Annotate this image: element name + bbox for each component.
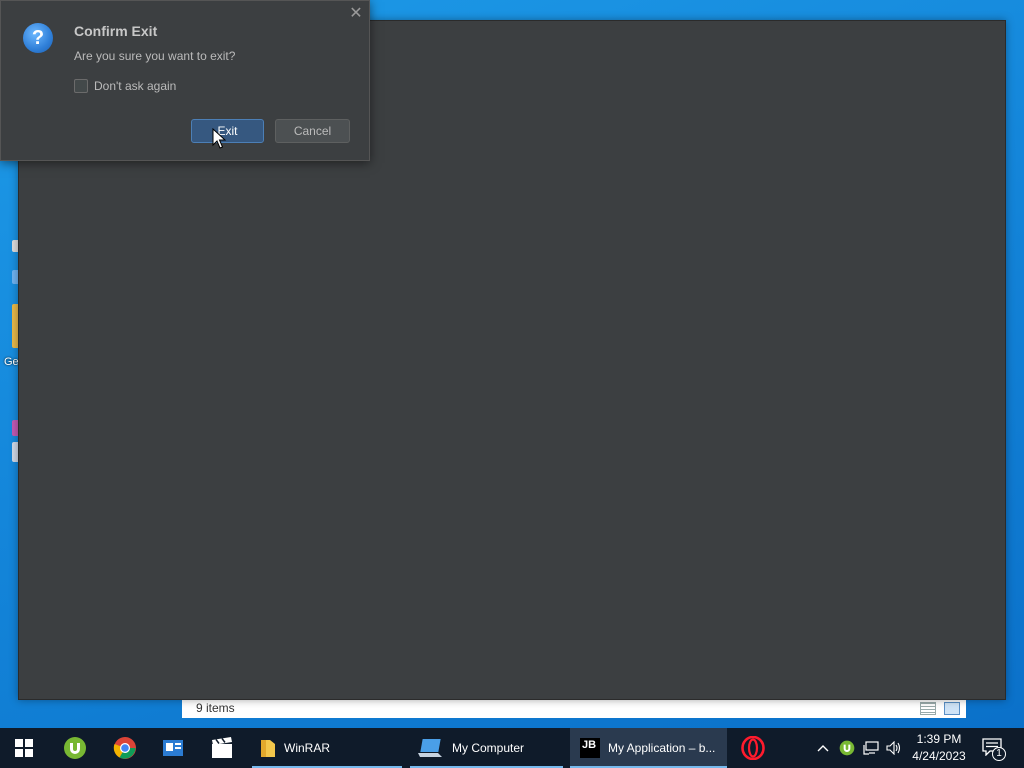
my-application-taskbar-button[interactable]: JB My Application – b... (570, 728, 727, 768)
dont-ask-again-option[interactable]: Don't ask again (74, 79, 176, 93)
news-app-icon (163, 740, 183, 756)
opera-taskbar-button[interactable] (740, 728, 766, 768)
confirm-exit-dialog: ✕ ? Confirm Exit Are you sure you want t… (0, 0, 370, 161)
jetbrains-icon: JB (580, 738, 600, 758)
show-hidden-icons-icon[interactable] (814, 739, 832, 757)
windows-logo-icon (15, 739, 33, 757)
exit-button[interactable]: Exit (191, 119, 264, 143)
tray-clock[interactable]: 1:39 PM 4/24/2023 (908, 731, 970, 765)
dialog-message: Are you sure you want to exit? (74, 49, 236, 63)
opera-icon (741, 736, 765, 760)
news-app-taskbar-button[interactable] (160, 728, 186, 768)
large-icons-view-icon[interactable] (944, 702, 960, 715)
winrar-taskbar-button[interactable]: WinRAR (252, 728, 402, 768)
cancel-button[interactable]: Cancel (275, 119, 350, 143)
chrome-taskbar-button[interactable] (110, 728, 140, 768)
network-icon[interactable] (862, 739, 880, 757)
volume-icon[interactable] (885, 739, 903, 757)
tray-time: 1:39 PM (916, 732, 962, 746)
computer-icon (418, 739, 442, 757)
my-computer-taskbar-button[interactable]: My Computer (410, 728, 563, 768)
explorer-status-bar: 9 items (182, 698, 966, 718)
tray-date: 4/24/2023 (912, 749, 966, 763)
item-count: 9 items (196, 701, 235, 715)
dont-ask-again-label[interactable]: Don't ask again (94, 79, 176, 93)
details-view-icon[interactable] (920, 702, 936, 715)
utorrent-tray-icon[interactable] (838, 739, 856, 757)
close-icon[interactable]: ✕ (348, 6, 364, 22)
my-application-label: My Application – b... (608, 741, 716, 755)
video-editor-icon (212, 737, 232, 758)
desktop-icons-edge: Ge (0, 230, 20, 490)
action-center-button[interactable]: 1 (982, 738, 1006, 761)
utorrent-taskbar-button[interactable] (60, 728, 90, 768)
chrome-icon (113, 737, 136, 759)
start-button[interactable] (0, 728, 48, 768)
notification-count-badge: 1 (992, 747, 1006, 761)
taskbar: WinRAR My Computer JB My Application – b… (0, 728, 1024, 768)
dialog-title: Confirm Exit (74, 23, 158, 39)
winrar-label: WinRAR (284, 741, 331, 755)
question-icon: ? (23, 23, 53, 53)
dont-ask-again-checkbox[interactable] (74, 79, 88, 93)
utorrent-icon (64, 737, 86, 759)
folder-icon (261, 740, 275, 757)
my-computer-label: My Computer (452, 741, 525, 755)
video-editor-taskbar-button[interactable] (208, 728, 236, 768)
desktop-icon-label: Ge (4, 356, 19, 368)
